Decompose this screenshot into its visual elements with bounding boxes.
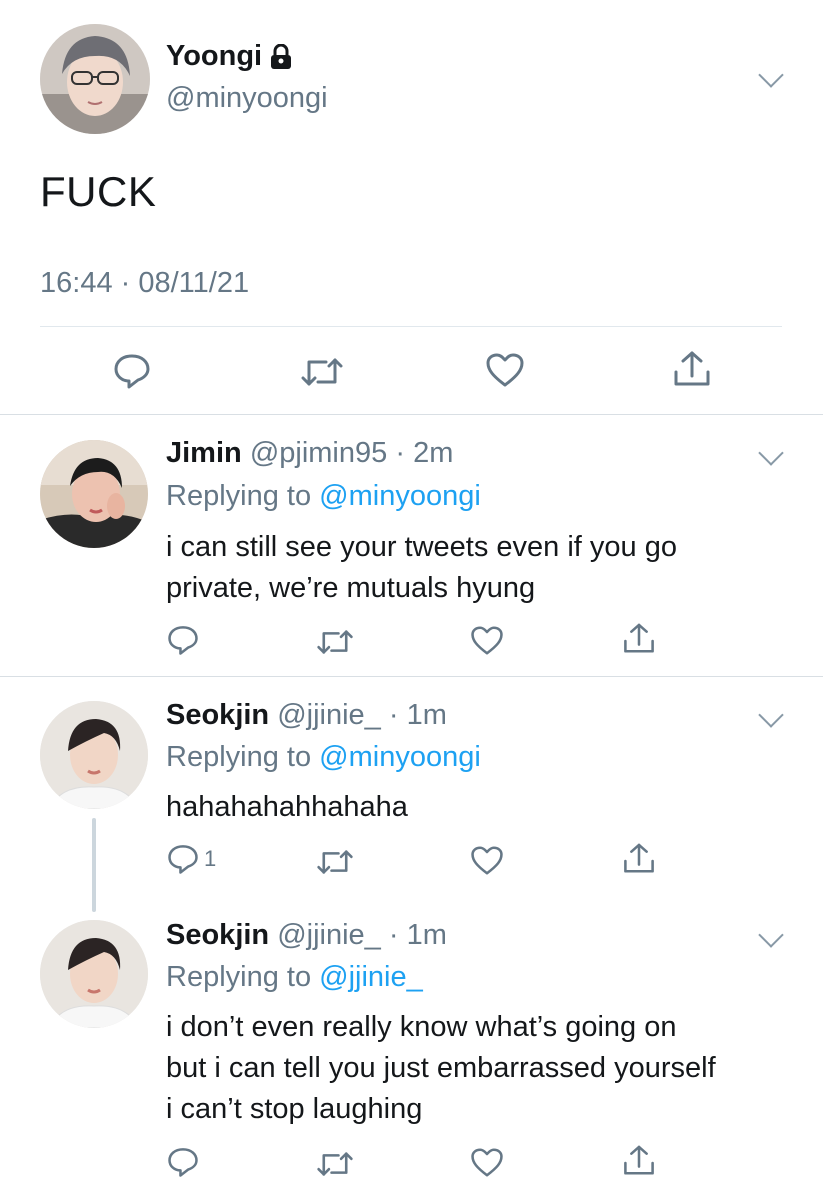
reply-icon (168, 845, 198, 874)
reply-author-handle[interactable]: @jjinie_ (277, 919, 381, 951)
reply-text: i don’t even really know what’s going on… (166, 1007, 806, 1130)
tweet-timestamp[interactable]: 16:44 · 08/11/21 (40, 267, 249, 300)
author-name-text[interactable]: Yoongi (166, 40, 262, 73)
divider (40, 326, 782, 327)
replying-to: Replying to @jjinie_ (166, 961, 423, 994)
reply-text-line: i don’t even really know what’s going on (166, 1011, 677, 1043)
retweet-icon (317, 630, 353, 654)
separator-dot: · (395, 437, 405, 469)
reply-header: Jimin @pjimin95 · 2m (166, 437, 453, 470)
retweet-icon (317, 1152, 353, 1176)
like-button[interactable] (485, 352, 525, 388)
share-button[interactable] (622, 622, 656, 655)
replying-to-label: Replying to (166, 480, 320, 512)
reply-time[interactable]: 2m (413, 437, 453, 469)
retweet-icon (301, 358, 343, 386)
reply-author-handle[interactable]: @pjimin95 (250, 437, 387, 469)
reply-icon (168, 1148, 198, 1177)
chevron-down-icon[interactable] (758, 922, 784, 948)
reply-text: i can still see your tweets even if you … (166, 527, 806, 609)
share-button[interactable] (622, 842, 656, 875)
retweet-icon (317, 850, 353, 874)
reply-text-line: i can still see your tweets even if you … (166, 531, 677, 563)
reply-text-line: i can’t stop laughing (166, 1093, 423, 1125)
heart-icon (471, 846, 503, 875)
avatar-seokjin[interactable] (40, 701, 148, 809)
reply-time[interactable]: 1m (407, 919, 447, 951)
replying-to-label: Replying to (166, 741, 320, 773)
thread-connector (92, 818, 96, 912)
avatar-yoongi[interactable] (40, 24, 150, 134)
retweet-button[interactable] (316, 628, 354, 656)
share-button[interactable] (622, 1144, 656, 1177)
reply-button[interactable] (112, 352, 152, 390)
share-icon (624, 1145, 654, 1175)
replying-to: Replying to @minyoongi (166, 480, 481, 513)
reply-count: 1 (204, 846, 217, 871)
reply-header: Seokjin @jjinie_ · 1m (166, 699, 447, 732)
mention-link[interactable]: @jjinie_ (319, 961, 423, 993)
reply-author-name[interactable]: Seokjin (166, 699, 269, 731)
reply-author-name[interactable]: Jimin (166, 437, 242, 469)
mention-link[interactable]: @minyoongi (319, 480, 481, 512)
reply-icon (114, 354, 150, 389)
chevron-down-icon[interactable] (758, 440, 784, 466)
heart-icon (486, 353, 524, 387)
lock-icon (270, 43, 292, 70)
section-divider (0, 676, 823, 677)
reply-time[interactable]: 1m (407, 699, 447, 731)
heart-icon (471, 626, 503, 655)
section-divider (0, 414, 823, 415)
mention-link[interactable]: @minyoongi (319, 741, 481, 773)
reply-button[interactable]: 1 (166, 843, 216, 875)
author-handle[interactable]: @minyoongi (166, 82, 328, 115)
reply-text-line: private, we’re mutuals hyung (166, 572, 536, 604)
reply-text: hahahahahhahaha (166, 787, 806, 828)
reply-author-name[interactable]: Seokjin (166, 919, 269, 951)
retweet-button[interactable] (316, 848, 354, 876)
chevron-down-icon[interactable] (758, 62, 784, 88)
author-name[interactable]: Yoongi (166, 40, 292, 73)
replying-to-label: Replying to (166, 961, 320, 993)
reply-button[interactable] (166, 624, 200, 656)
heart-icon (471, 1148, 503, 1177)
chevron-down-icon[interactable] (758, 702, 784, 728)
reply-icon (168, 626, 198, 655)
like-button[interactable] (470, 845, 504, 876)
share-icon (624, 843, 654, 873)
reply-text-line: hahahahahhahaha (166, 791, 408, 823)
avatar-jimin[interactable] (40, 440, 148, 548)
separator-dot: · (388, 919, 399, 951)
like-button[interactable] (470, 1147, 504, 1178)
replying-to: Replying to @minyoongi (166, 741, 481, 774)
share-icon (674, 351, 710, 386)
avatar-seokjin[interactable] (40, 920, 148, 1028)
retweet-button[interactable] (300, 356, 344, 388)
reply-button[interactable] (166, 1146, 200, 1178)
separator-dot: · (388, 699, 399, 731)
share-icon (624, 623, 654, 653)
retweet-button[interactable] (316, 1150, 354, 1178)
reply-header: Seokjin @jjinie_ · 1m (166, 919, 447, 952)
reply-text-line: but i can tell you just embarrassed your… (166, 1052, 716, 1084)
reply-author-handle[interactable]: @jjinie_ (277, 699, 381, 731)
tweet-text: FUCK (40, 168, 157, 215)
share-button[interactable] (672, 350, 712, 388)
like-button[interactable] (470, 625, 504, 656)
